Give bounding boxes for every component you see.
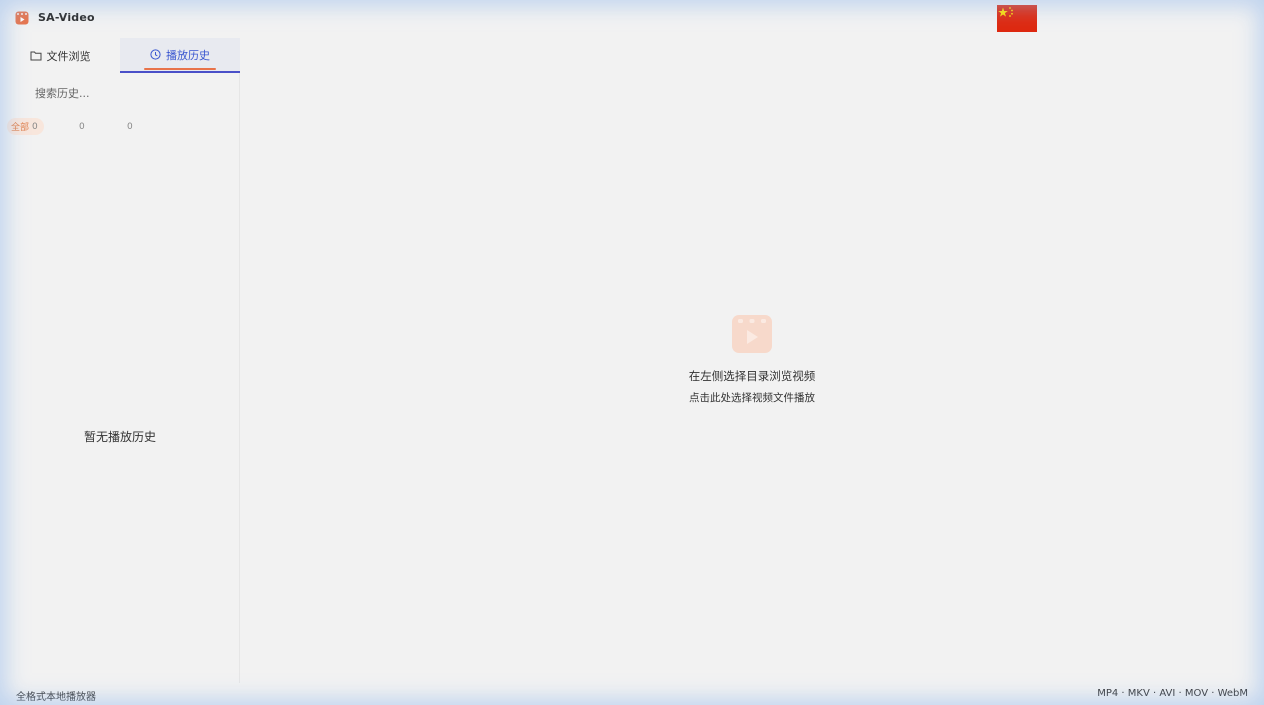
- app-title: SA-Video: [38, 11, 95, 24]
- tab-file-browser-label: 文件浏览: [46, 49, 91, 63]
- sidebar: 文件浏览 播放历史 全部 0 0 0 暂无播放历史: [0, 38, 240, 683]
- filter-second-chip[interactable]: 0: [79, 118, 85, 135]
- filter-all-count: 0: [32, 121, 38, 132]
- status-description: 全格式本地播放器: [16, 692, 96, 703]
- tab-file-browser[interactable]: 文件浏览: [0, 38, 120, 73]
- filter-all-chip[interactable]: 全部 0: [7, 118, 44, 135]
- tab-play-history-label: 播放历史: [166, 48, 210, 62]
- film-icon: [15, 11, 29, 25]
- filter-third-chip[interactable]: 0: [127, 118, 133, 135]
- supported-formats: MP4 · MKV · AVI · MOV · WebM: [1097, 688, 1248, 699]
- video-area: 在左侧选择目录浏览视频 点击此处选择视频文件播放: [240, 38, 1264, 683]
- china-flag-icon[interactable]: [997, 5, 1037, 32]
- filter-all-label: 全部: [11, 123, 30, 133]
- select-video-placeholder[interactable]: 在左侧选择目录浏览视频 点击此处选择视频文件播放: [660, 314, 844, 405]
- title-bar: SA-Video: [0, 0, 1264, 38]
- clock-icon: [150, 49, 161, 60]
- empty-history-message: 暂无播放历史: [83, 430, 156, 444]
- status-bar: 全格式本地播放器 MP4 · MKV · AVI · MOV · WebM: [0, 683, 1264, 705]
- tab-play-history[interactable]: 播放历史: [120, 38, 240, 73]
- placeholder-title: 在左侧选择目录浏览视频: [688, 369, 816, 383]
- history-search-input[interactable]: [0, 78, 240, 108]
- active-tab-indicator: [144, 68, 216, 70]
- folder-icon: [30, 51, 41, 61]
- filter-third-count: 0: [127, 121, 133, 132]
- film-icon: [732, 315, 772, 353]
- history-filters: 全部 0 0 0: [7, 118, 237, 136]
- placeholder-subtitle: 点击此处选择视频文件播放: [689, 392, 815, 404]
- filter-second-count: 0: [79, 121, 85, 132]
